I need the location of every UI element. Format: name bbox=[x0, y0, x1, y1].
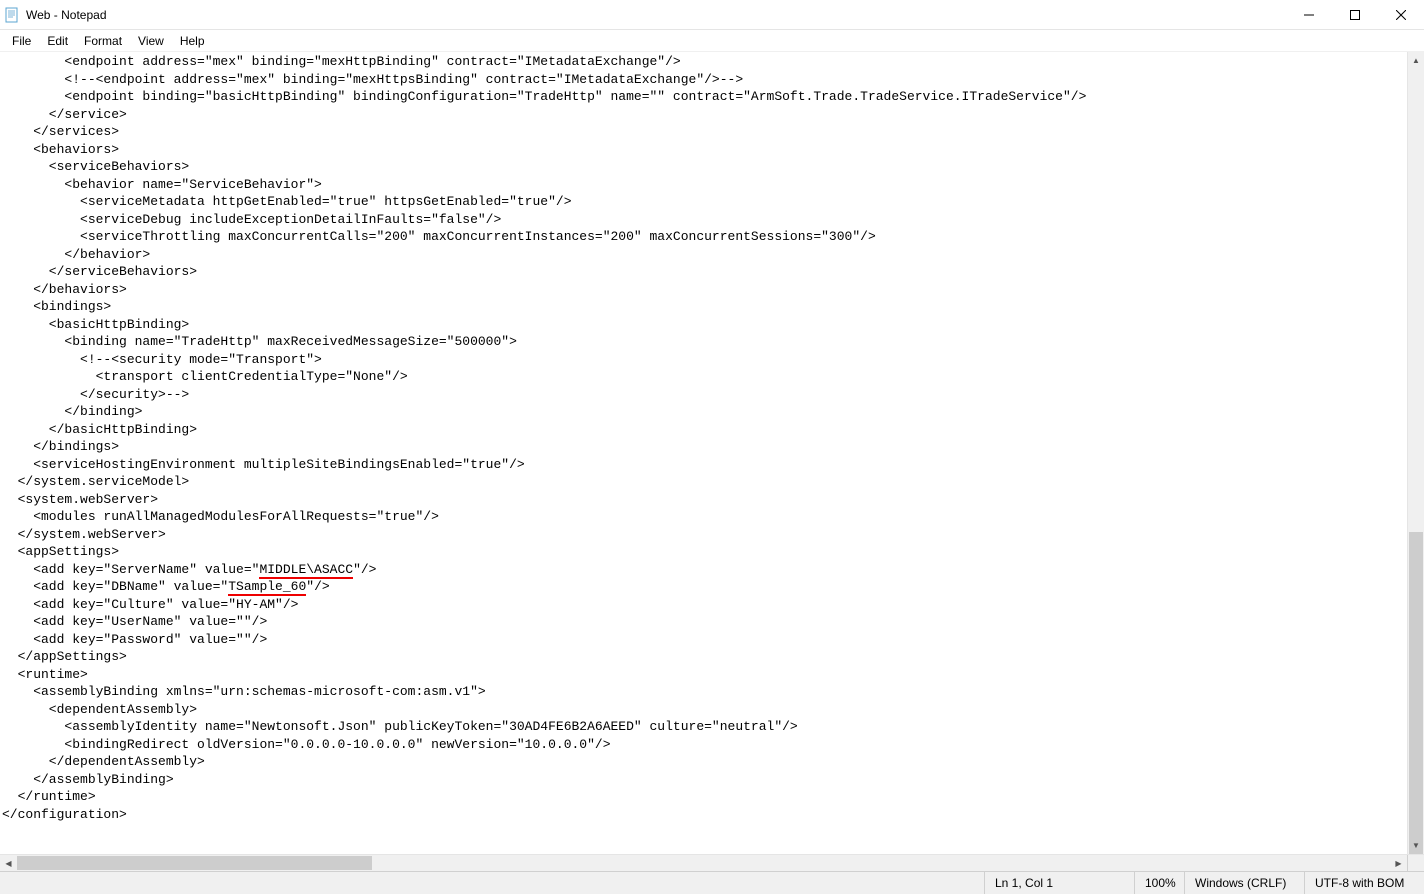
horizontal-scrollbar[interactable]: ◀ ▶ bbox=[0, 854, 1424, 871]
scroll-down-arrow-icon[interactable]: ▼ bbox=[1408, 837, 1424, 854]
menu-view[interactable]: View bbox=[130, 32, 172, 50]
editor-area: <endpoint address="mex" binding="mexHttp… bbox=[0, 52, 1424, 854]
scroll-up-arrow-icon[interactable]: ▲ bbox=[1408, 52, 1424, 69]
text-editor[interactable]: <endpoint address="mex" binding="mexHttp… bbox=[0, 52, 1407, 854]
app-icon bbox=[4, 7, 20, 23]
scroll-left-arrow-icon[interactable]: ◀ bbox=[0, 859, 17, 868]
status-encoding: UTF-8 with BOM bbox=[1304, 872, 1424, 894]
menubar: File Edit Format View Help bbox=[0, 30, 1424, 52]
vertical-scroll-thumb[interactable] bbox=[1409, 532, 1423, 854]
statusbar: Ln 1, Col 1 100% Windows (CRLF) UTF-8 wi… bbox=[0, 871, 1424, 894]
status-position: Ln 1, Col 1 bbox=[984, 872, 1134, 894]
vertical-scrollbar[interactable]: ▲ ▼ bbox=[1407, 52, 1424, 854]
status-line-ending: Windows (CRLF) bbox=[1184, 872, 1304, 894]
window-controls bbox=[1286, 0, 1424, 29]
menu-file[interactable]: File bbox=[4, 32, 39, 50]
horizontal-scroll-track[interactable] bbox=[17, 855, 1390, 871]
menu-edit[interactable]: Edit bbox=[39, 32, 76, 50]
maximize-button[interactable] bbox=[1332, 0, 1378, 29]
menu-help[interactable]: Help bbox=[172, 32, 213, 50]
scroll-right-arrow-icon[interactable]: ▶ bbox=[1390, 859, 1407, 868]
window-title: Web - Notepad bbox=[26, 8, 1286, 22]
titlebar: Web - Notepad bbox=[0, 0, 1424, 30]
menu-format[interactable]: Format bbox=[76, 32, 130, 50]
horizontal-scroll-thumb[interactable] bbox=[17, 856, 372, 870]
close-button[interactable] bbox=[1378, 0, 1424, 29]
status-zoom: 100% bbox=[1134, 872, 1184, 894]
scroll-corner bbox=[1407, 855, 1424, 871]
minimize-button[interactable] bbox=[1286, 0, 1332, 29]
